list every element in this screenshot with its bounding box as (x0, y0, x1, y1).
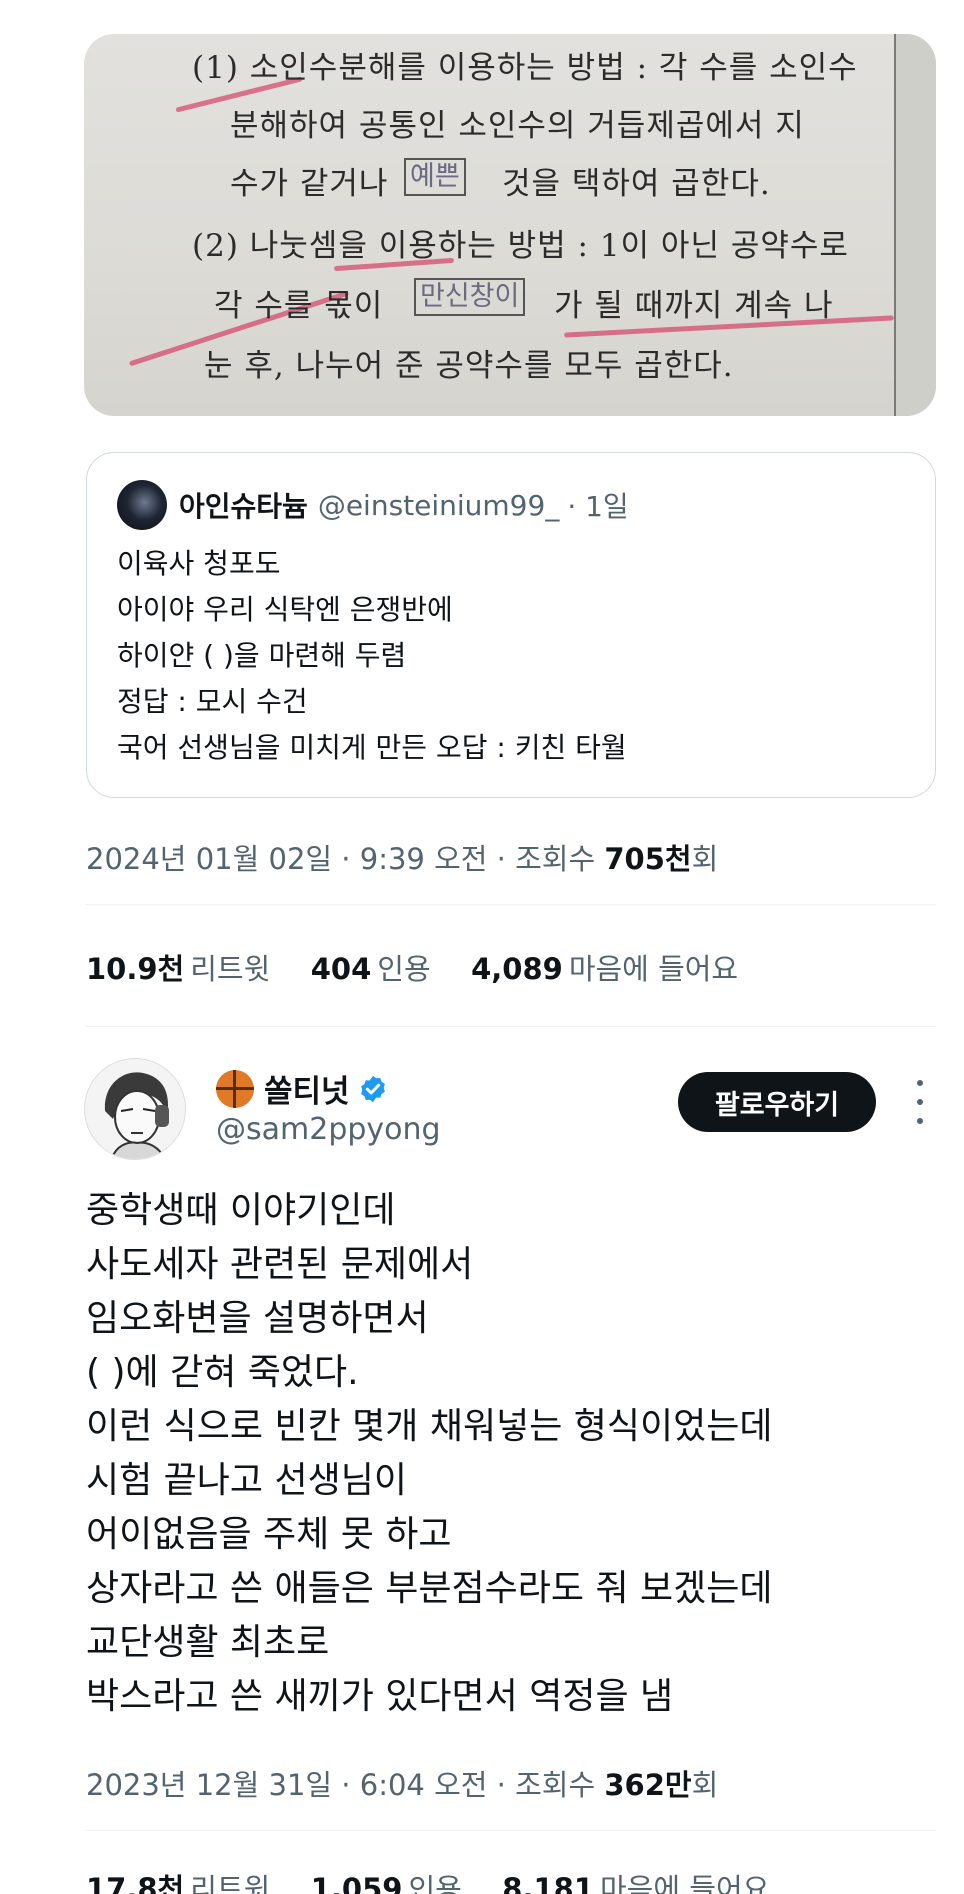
text-line: 임오화변을 설명하면서 (86, 1298, 429, 1339)
retweet-stat[interactable]: 17.8천 리트윗 (86, 1872, 270, 1894)
textbook-photo[interactable]: (1) 소인수분해를 이용하는 방법 : 각 수를 소인수 분해하여 공통인 소… (84, 34, 936, 416)
like-stat[interactable]: 4,089 마음에 들어요 (471, 952, 738, 986)
photo-line: 것을 택하여 곱한다. (502, 166, 771, 202)
tweet-date[interactable]: 2024년 01월 02일 · 9:39 오전 · 조회수 (86, 842, 604, 876)
author-name[interactable]: 쏠티넛 (216, 1066, 388, 1111)
view-count: 705천 (604, 842, 692, 876)
tweet-date[interactable]: 2023년 12월 31일 · 6:04 오전 · 조회수 (86, 1768, 604, 1802)
handle[interactable]: @einsteinium99_ (318, 489, 560, 522)
view-suffix: 회 (691, 1768, 719, 1802)
text-line: 국어 선생님을 미치게 만든 오답 : 키친 타월 (117, 731, 627, 764)
text-line: 이런 식으로 빈칸 몇개 채워넣는 형식이었는데 (86, 1406, 773, 1447)
display-name[interactable]: 아인슈타늄 (179, 485, 308, 525)
tweet-meta: 2023년 12월 31일 · 6:04 오전 · 조회수 362만회 (86, 1762, 718, 1804)
view-suffix: 회 (691, 842, 719, 876)
more-icon[interactable] (908, 1080, 932, 1124)
avatar[interactable] (117, 480, 167, 530)
divider (86, 1830, 936, 1831)
photo-line: 가 될 때까지 계속 나 (554, 288, 834, 324)
like-stat[interactable]: 8,181 마음에 들어요 (502, 1872, 769, 1894)
text-line: 아이야 우리 식탁엔 은쟁반에 (117, 593, 453, 626)
tweet-text: 중학생때 이야기인데 사도세자 관련된 문제에서 임오화변을 설명하면서 ( )… (86, 1184, 773, 1724)
verified-badge-icon (360, 1075, 385, 1102)
answer-box: 만신창이 (414, 278, 526, 316)
text-line: ( )에 갇혀 죽었다. (86, 1352, 359, 1393)
basketball-icon (216, 1069, 254, 1108)
photo-line: 수가 같거나 (230, 166, 389, 202)
text-line: 상자라고 쓴 애들은 부분점수라도 줘 보겠는데 (86, 1568, 773, 1609)
text-line: 시험 끝나고 선생님이 (86, 1460, 407, 1501)
text-line: 교단생활 최초로 (86, 1622, 330, 1663)
timestamp[interactable]: · 1일 (567, 485, 628, 525)
photo-line: 각 수를 몫이 (214, 288, 384, 324)
view-count: 362만 (604, 1768, 692, 1802)
divider (86, 904, 936, 905)
photo-line: (1) 소인수분해를 이용하는 방법 : 각 수를 소인수 (192, 50, 858, 86)
photo-line: 눈 후, 나누어 준 공약수를 모두 곱한다. (204, 348, 734, 384)
text-line: 박스라고 쓴 새끼가 있다면서 역정을 냄 (86, 1676, 674, 1717)
text-line: 사도세자 관련된 문제에서 (86, 1244, 474, 1285)
tweet-stats: 10.9천 리트윗 404 인용 4,089 마음에 들어요 (86, 946, 738, 988)
follow-button[interactable]: 팔로우하기 (678, 1072, 876, 1132)
tweet-stats: 17.8천 리트윗 1,059 인용 8,181 마음에 들어요 (86, 1866, 769, 1894)
answer-box: 예쁜 (404, 158, 466, 196)
quoted-tweet-header: 아인슈타늄 @einsteinium99_ · 1일 (117, 479, 905, 531)
handle[interactable]: @sam2ppyong (216, 1112, 441, 1147)
text-line: 이육사 청포도 (117, 547, 281, 580)
photo-line: 분해하여 공통인 소인수의 거듭제곱에서 지 (230, 108, 805, 144)
text-line: 정답 : 모시 수건 (117, 685, 308, 718)
divider (86, 1026, 936, 1027)
avatar[interactable] (84, 1058, 186, 1160)
photo-line: (2) 나눗셈을 이용하는 방법 : 1이 아닌 공약수로 (192, 228, 849, 264)
tweet-meta: 2024년 01월 02일 · 9:39 오전 · 조회수 705천회 (86, 836, 718, 878)
text-line: 중학생때 이야기인데 (86, 1190, 396, 1231)
display-name: 쏠티넛 (264, 1074, 350, 1110)
page-edge (896, 34, 936, 416)
retweet-stat[interactable]: 10.9천 리트윗 (86, 952, 270, 986)
quoted-tweet-text: 이육사 청포도 아이야 우리 식탁엔 은쟁반에 하이얀 ( )을 마련해 두렴 … (117, 541, 905, 771)
quoted-tweet[interactable]: 아인슈타늄 @einsteinium99_ · 1일 이육사 청포도 아이야 우… (86, 452, 936, 798)
quote-stat[interactable]: 1,059 인용 (311, 1872, 462, 1894)
page-margin-line (894, 34, 896, 416)
quote-stat[interactable]: 404 인용 (311, 952, 431, 986)
text-line: 하이얀 ( )을 마련해 두렴 (117, 639, 407, 672)
text-line: 어이없음을 주체 못 하고 (86, 1514, 452, 1555)
